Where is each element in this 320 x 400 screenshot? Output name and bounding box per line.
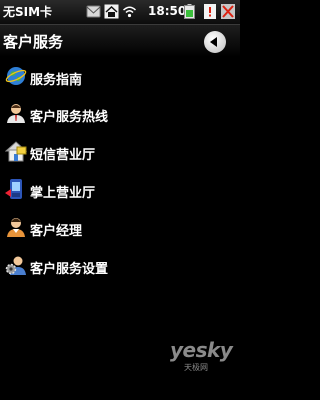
list-item-service-hotline[interactable]: 客户服务热线 [0,97,240,133]
list-item-label: 客户服务设置 [30,262,109,277]
phone-icon [5,179,22,199]
person-gear-icon [5,256,26,275]
person-icon [7,104,25,123]
list-item-label: 客户服务热线 [30,110,109,125]
watermark: yesky 天极网 [170,338,233,372]
list-item-sms-hall[interactable]: 短信营业厅 [0,135,240,171]
notification-icon [204,4,216,19]
globe-icon [5,67,27,85]
watermark-subtitle: 天极网 [184,363,208,372]
list-item-label: 掌上营业厅 [30,186,96,201]
status-time: 18:50 [148,4,187,18]
message-icon[interactable] [86,4,101,19]
back-arrow-icon[interactable] [204,31,226,53]
carrier-label: 无SIM卡 [3,5,53,19]
battery-icon [184,4,195,19]
page-title: 客户服务 [3,33,64,51]
list-item-label: 短信营业厅 [30,148,96,163]
wifi-icon [122,6,137,18]
list-item-mobile-hall[interactable]: 掌上营业厅 [0,173,240,209]
manager-icon [7,218,25,237]
list-item-service-guide[interactable]: 服务指南 [0,60,240,96]
home-icon[interactable] [104,4,119,19]
status-bar: 无SIM卡 18:50 [0,0,240,25]
list-item-label: 服务指南 [30,73,83,88]
watermark-logo: yesky [170,338,233,362]
list-item-label: 客户经理 [30,224,83,239]
list-item-service-settings[interactable]: 客户服务设置 [0,249,240,285]
no-sim-icon [221,4,235,19]
list-item-account-manager[interactable]: 客户经理 [0,211,240,247]
house-icon [5,141,27,162]
